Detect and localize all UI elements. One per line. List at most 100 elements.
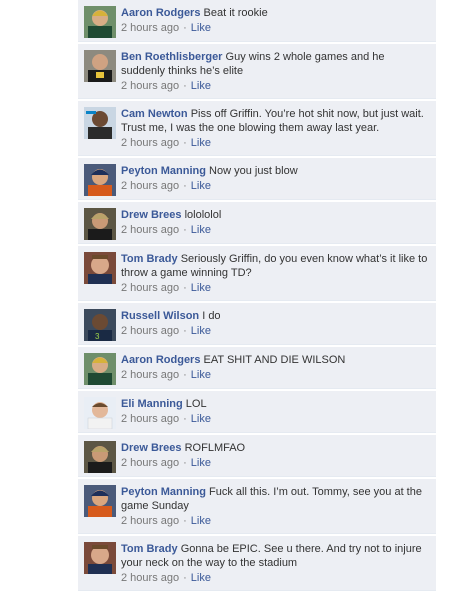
comment: Peyton Manning Now you just blow 2 hours…: [78, 158, 436, 200]
avatar[interactable]: 3: [84, 309, 116, 341]
separator-dot: ·: [183, 80, 187, 92]
like-link[interactable]: Like: [191, 325, 211, 337]
like-link[interactable]: Like: [191, 80, 211, 92]
separator-dot: ·: [183, 369, 187, 381]
comment-author-link[interactable]: Eli Manning: [121, 398, 183, 410]
timestamp[interactable]: 2 hours ago: [121, 457, 179, 469]
comment-meta: 2 hours ago · Like: [121, 79, 430, 93]
comment-meta: 2 hours ago · Like: [121, 514, 430, 528]
comment-meta: 2 hours ago · Like: [121, 412, 430, 426]
comment-body: Cam Newton Piss off Griffin. You’re hot …: [121, 107, 430, 135]
timestamp[interactable]: 2 hours ago: [121, 180, 179, 192]
separator-dot: ·: [183, 282, 187, 294]
comment-author-link[interactable]: Peyton Manning: [121, 486, 206, 498]
timestamp[interactable]: 2 hours ago: [121, 325, 179, 337]
avatar[interactable]: [84, 397, 116, 429]
like-link[interactable]: Like: [191, 369, 211, 381]
comment-text: lolololol: [184, 209, 222, 221]
like-link[interactable]: Like: [191, 137, 211, 149]
comment-body: Russell Wilson I do: [121, 309, 430, 323]
comment-body: Peyton Manning Fuck all this. I’m out. T…: [121, 485, 430, 513]
like-link[interactable]: Like: [191, 515, 211, 527]
comment-thread: Aaron Rodgers Beat it rookie 2 hours ago…: [78, 0, 436, 593]
like-link[interactable]: Like: [191, 282, 211, 294]
timestamp[interactable]: 2 hours ago: [121, 413, 179, 425]
comment-meta: 2 hours ago · Like: [121, 281, 430, 295]
comment-text: EAT SHIT AND DIE WILSON: [203, 354, 346, 366]
comment-body: Peyton Manning Now you just blow: [121, 164, 430, 178]
avatar[interactable]: [84, 441, 116, 473]
separator-dot: ·: [183, 137, 187, 149]
comment-body: Drew Brees lolololol: [121, 208, 430, 222]
comment-meta: 2 hours ago · Like: [121, 136, 430, 150]
comment-text: ROFLMFAO: [184, 442, 246, 454]
avatar[interactable]: [84, 107, 116, 139]
comment: Drew Brees lolololol 2 hours ago · Like: [78, 202, 436, 244]
comment-text: I do: [202, 310, 221, 322]
comment-author-link[interactable]: Drew Brees: [121, 209, 182, 221]
comment: Peyton Manning Fuck all this. I’m out. T…: [78, 479, 436, 534]
comment-body: Aaron Rodgers EAT SHIT AND DIE WILSON: [121, 353, 430, 367]
comment-meta: 2 hours ago · Like: [121, 21, 430, 35]
avatar[interactable]: [84, 485, 116, 517]
comment-meta: 2 hours ago · Like: [121, 223, 430, 237]
like-link[interactable]: Like: [191, 22, 211, 34]
comment-author-link[interactable]: Aaron Rodgers: [121, 7, 200, 19]
comment-meta: 2 hours ago · Like: [121, 571, 430, 585]
like-link[interactable]: Like: [191, 413, 211, 425]
timestamp[interactable]: 2 hours ago: [121, 22, 179, 34]
avatar[interactable]: [84, 6, 116, 38]
comment-author-link[interactable]: Peyton Manning: [121, 165, 206, 177]
comment-body: Aaron Rodgers Beat it rookie: [121, 6, 430, 20]
comment-body: Eli Manning LOL: [121, 397, 430, 411]
comment-body: Tom Brady Gonna be EPIC. See u there. An…: [121, 542, 430, 570]
comment-author-link[interactable]: Cam Newton: [121, 108, 188, 120]
timestamp[interactable]: 2 hours ago: [121, 224, 179, 236]
like-link[interactable]: Like: [191, 224, 211, 236]
comment-author-link[interactable]: Ben Roethlisberger: [121, 51, 222, 63]
comment-text: LOL: [185, 398, 207, 410]
like-link[interactable]: Like: [191, 457, 211, 469]
comment: 3 Russell Wilson I do 2 hours ago · Like: [78, 303, 436, 345]
avatar[interactable]: [84, 164, 116, 196]
avatar[interactable]: [84, 50, 116, 82]
comment: Cam Newton Piss off Griffin. You’re hot …: [78, 101, 436, 156]
comment-author-link[interactable]: Tom Brady: [121, 543, 178, 555]
timestamp[interactable]: 2 hours ago: [121, 80, 179, 92]
like-link[interactable]: Like: [191, 180, 211, 192]
avatar[interactable]: [84, 208, 116, 240]
comment: Tom Brady Seriously Griffin, do you even…: [78, 246, 436, 301]
avatar[interactable]: [84, 542, 116, 574]
comment: Eli Manning LOL 2 hours ago · Like: [78, 391, 436, 433]
comment-author-link[interactable]: Tom Brady: [121, 253, 178, 265]
separator-dot: ·: [183, 325, 187, 337]
timestamp[interactable]: 2 hours ago: [121, 137, 179, 149]
timestamp[interactable]: 2 hours ago: [121, 282, 179, 294]
comment: Drew Brees ROFLMFAO 2 hours ago · Like: [78, 435, 436, 477]
comment: Aaron Rodgers Beat it rookie 2 hours ago…: [78, 0, 436, 42]
comment-body: Drew Brees ROFLMFAO: [121, 441, 430, 455]
comment-meta: 2 hours ago · Like: [121, 179, 430, 193]
timestamp[interactable]: 2 hours ago: [121, 515, 179, 527]
comment-author-link[interactable]: Drew Brees: [121, 442, 182, 454]
avatar[interactable]: [84, 353, 116, 385]
separator-dot: ·: [183, 22, 187, 34]
separator-dot: ·: [183, 413, 187, 425]
like-link[interactable]: Like: [191, 572, 211, 584]
separator-dot: ·: [183, 515, 187, 527]
comment-body: Ben Roethlisberger Guy wins 2 whole game…: [121, 50, 430, 78]
comment: Ben Roethlisberger Guy wins 2 whole game…: [78, 44, 436, 99]
comment: Aaron Rodgers EAT SHIT AND DIE WILSON 2 …: [78, 347, 436, 389]
separator-dot: ·: [183, 572, 187, 584]
comment-body: Tom Brady Seriously Griffin, do you even…: [121, 252, 430, 280]
comment-meta: 2 hours ago · Like: [121, 368, 430, 382]
avatar[interactable]: [84, 252, 116, 284]
comment-author-link[interactable]: Aaron Rodgers: [121, 354, 200, 366]
timestamp[interactable]: 2 hours ago: [121, 369, 179, 381]
separator-dot: ·: [183, 224, 187, 236]
comment-author-link[interactable]: Russell Wilson: [121, 310, 199, 322]
separator-dot: ·: [183, 457, 187, 469]
comment: Tom Brady Gonna be EPIC. See u there. An…: [78, 536, 436, 591]
timestamp[interactable]: 2 hours ago: [121, 572, 179, 584]
comment-text: Beat it rookie: [203, 7, 268, 19]
